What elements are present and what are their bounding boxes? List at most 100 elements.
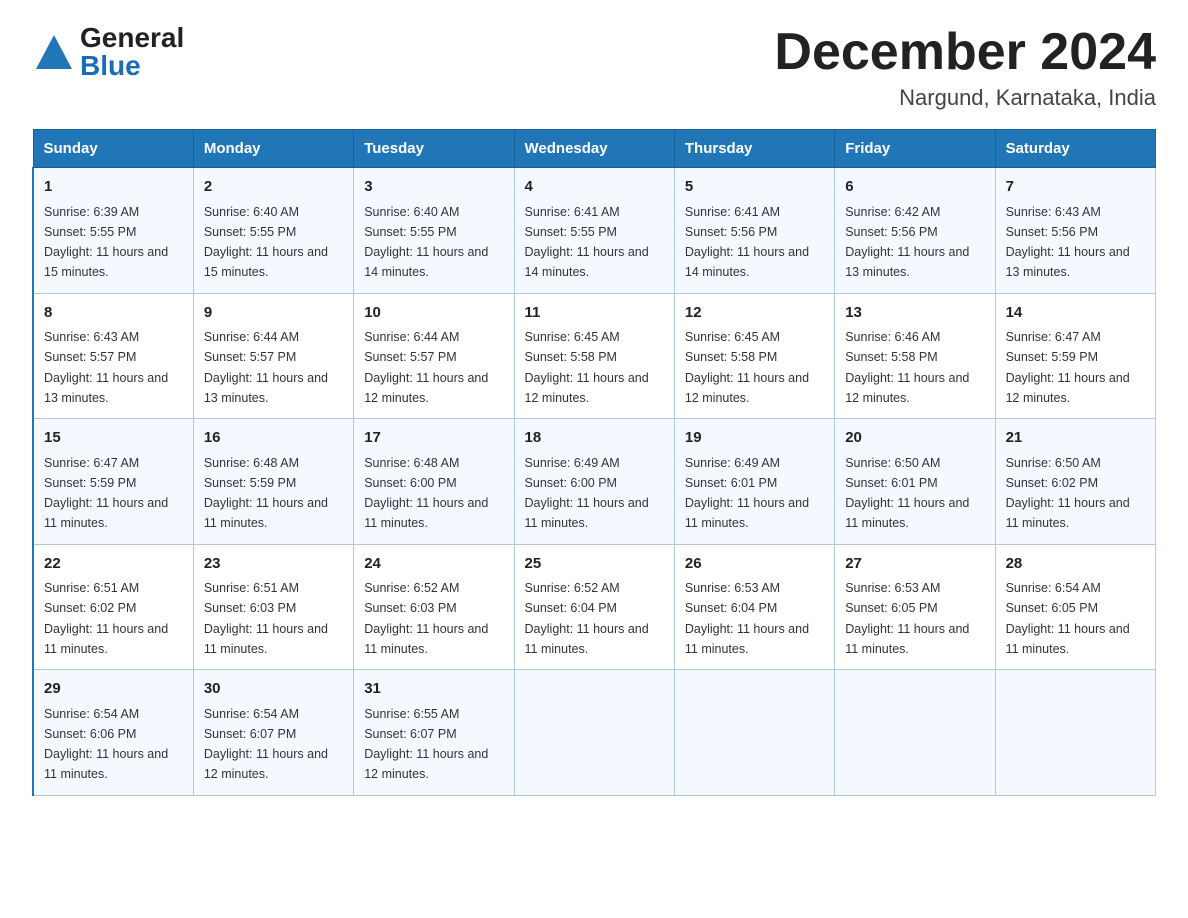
day-info: Sunrise: 6:47 AMSunset: 5:59 PMDaylight:… [1006, 330, 1130, 405]
week-row-5: 29 Sunrise: 6:54 AMSunset: 6:06 PMDayligh… [33, 670, 1156, 796]
day-number: 1 [44, 176, 183, 199]
day-number: 6 [845, 176, 984, 199]
day-number: 28 [1006, 553, 1145, 576]
day-number: 19 [685, 427, 824, 450]
logo-general-text: General [80, 24, 184, 52]
day-info: Sunrise: 6:44 AMSunset: 5:57 PMDaylight:… [364, 330, 488, 405]
day-number: 16 [204, 427, 343, 450]
day-info: Sunrise: 6:47 AMSunset: 5:59 PMDaylight:… [44, 456, 168, 531]
day-cell: 14Sunrise: 6:47 AMSunset: 5:59 PMDayligh… [995, 293, 1155, 419]
day-number: 24 [364, 553, 503, 576]
day-cell: 2 Sunrise: 6:40 AMSunset: 5:55 PMDaylight… [193, 168, 353, 294]
day-info: Sunrise: 6:45 AMSunset: 5:58 PMDaylight:… [685, 330, 809, 405]
day-info: Sunrise: 6:52 AMSunset: 6:03 PMDaylight:… [364, 581, 488, 656]
day-number: 3 [364, 176, 503, 199]
day-info: Sunrise: 6:53 AMSunset: 6:05 PMDaylight:… [845, 581, 969, 656]
week-row-3: 15 Sunrise: 6:47 AMSunset: 5:59 PMDayligh… [33, 419, 1156, 545]
week-row-2: 8 Sunrise: 6:43 AMSunset: 5:57 PMDaylight… [33, 293, 1156, 419]
day-number: 10 [364, 302, 503, 325]
col-saturday: Saturday [995, 130, 1155, 168]
day-cell: 5 Sunrise: 6:41 AMSunset: 5:56 PMDaylight… [674, 168, 834, 294]
day-cell: 20 Sunrise: 6:50 AMSunset: 6:01 PMDayligh… [835, 419, 995, 545]
day-number: 18 [525, 427, 664, 450]
day-number: 4 [525, 176, 664, 199]
day-cell: 1 Sunrise: 6:39 AMSunset: 5:55 PMDaylight… [33, 168, 193, 294]
day-cell: 13 Sunrise: 6:46 AMSunset: 5:58 PMDayligh… [835, 293, 995, 419]
week-row-4: 22Sunrise: 6:51 AMSunset: 6:02 PMDayligh… [33, 544, 1156, 670]
day-cell: 6 Sunrise: 6:42 AMSunset: 5:56 PMDaylight… [835, 168, 995, 294]
day-cell: 27 Sunrise: 6:53 AMSunset: 6:05 PMDayligh… [835, 544, 995, 670]
day-info: Sunrise: 6:51 AMSunset: 6:02 PMDaylight:… [44, 581, 168, 656]
day-cell: 26 Sunrise: 6:53 AMSunset: 6:04 PMDayligh… [674, 544, 834, 670]
day-cell: 9Sunrise: 6:44 AMSunset: 5:57 PMDaylight… [193, 293, 353, 419]
day-cell: 17Sunrise: 6:48 AMSunset: 6:00 PMDayligh… [354, 419, 514, 545]
col-monday: Monday [193, 130, 353, 168]
day-number: 12 [685, 302, 824, 325]
week-row-1: 1 Sunrise: 6:39 AMSunset: 5:55 PMDaylight… [33, 168, 1156, 294]
day-cell: 31 Sunrise: 6:55 AMSunset: 6:07 PMDayligh… [354, 670, 514, 796]
col-sunday: Sunday [33, 130, 193, 168]
day-info: Sunrise: 6:46 AMSunset: 5:58 PMDaylight:… [845, 330, 969, 405]
day-number: 20 [845, 427, 984, 450]
day-info: Sunrise: 6:41 AMSunset: 5:56 PMDaylight:… [685, 205, 809, 280]
day-info: Sunrise: 6:43 AMSunset: 5:56 PMDaylight:… [1006, 205, 1130, 280]
day-info: Sunrise: 6:54 AMSunset: 6:06 PMDaylight:… [44, 707, 168, 782]
calendar-table: Sunday Monday Tuesday Wednesday Thursday… [32, 129, 1156, 796]
day-number: 2 [204, 176, 343, 199]
day-info: Sunrise: 6:55 AMSunset: 6:07 PMDaylight:… [364, 707, 488, 782]
day-number: 29 [44, 678, 183, 701]
day-cell: 7Sunrise: 6:43 AMSunset: 5:56 PMDaylight… [995, 168, 1155, 294]
day-cell [514, 670, 674, 796]
day-number: 5 [685, 176, 824, 199]
day-info: Sunrise: 6:41 AMSunset: 5:55 PMDaylight:… [525, 205, 649, 280]
day-cell: 11 Sunrise: 6:45 AMSunset: 5:58 PMDayligh… [514, 293, 674, 419]
day-number: 15 [44, 427, 183, 450]
day-cell: 12 Sunrise: 6:45 AMSunset: 5:58 PMDayligh… [674, 293, 834, 419]
day-cell: 15 Sunrise: 6:47 AMSunset: 5:59 PMDayligh… [33, 419, 193, 545]
day-info: Sunrise: 6:42 AMSunset: 5:56 PMDaylight:… [845, 205, 969, 280]
day-cell: 16 Sunrise: 6:48 AMSunset: 5:59 PMDayligh… [193, 419, 353, 545]
day-info: Sunrise: 6:48 AMSunset: 5:59 PMDaylight:… [204, 456, 328, 531]
day-info: Sunrise: 6:43 AMSunset: 5:57 PMDaylight:… [44, 330, 168, 405]
day-cell: 24 Sunrise: 6:52 AMSunset: 6:03 PMDayligh… [354, 544, 514, 670]
day-cell: 23Sunrise: 6:51 AMSunset: 6:03 PMDayligh… [193, 544, 353, 670]
day-cell: 22Sunrise: 6:51 AMSunset: 6:02 PMDayligh… [33, 544, 193, 670]
day-number: 8 [44, 302, 183, 325]
col-thursday: Thursday [674, 130, 834, 168]
day-number: 9 [204, 302, 343, 325]
day-info: Sunrise: 6:53 AMSunset: 6:04 PMDaylight:… [685, 581, 809, 656]
day-info: Sunrise: 6:48 AMSunset: 6:00 PMDaylight:… [364, 456, 488, 531]
day-cell: 30Sunrise: 6:54 AMSunset: 6:07 PMDayligh… [193, 670, 353, 796]
col-wednesday: Wednesday [514, 130, 674, 168]
page-header: General Blue December 2024 Nargund, Karn… [32, 24, 1156, 111]
day-info: Sunrise: 6:52 AMSunset: 6:04 PMDaylight:… [525, 581, 649, 656]
day-number: 27 [845, 553, 984, 576]
col-friday: Friday [835, 130, 995, 168]
day-info: Sunrise: 6:49 AMSunset: 6:00 PMDaylight:… [525, 456, 649, 531]
logo-blue-text: Blue [80, 52, 184, 80]
day-info: Sunrise: 6:54 AMSunset: 6:05 PMDaylight:… [1006, 581, 1130, 656]
day-info: Sunrise: 6:40 AMSunset: 5:55 PMDaylight:… [204, 205, 328, 280]
day-cell: 21 Sunrise: 6:50 AMSunset: 6:02 PMDayligh… [995, 419, 1155, 545]
day-number: 31 [364, 678, 503, 701]
day-info: Sunrise: 6:50 AMSunset: 6:02 PMDaylight:… [1006, 456, 1130, 531]
calendar-header-row: Sunday Monday Tuesday Wednesday Thursday… [33, 130, 1156, 168]
day-number: 13 [845, 302, 984, 325]
day-cell: 19Sunrise: 6:49 AMSunset: 6:01 PMDayligh… [674, 419, 834, 545]
day-info: Sunrise: 6:39 AMSunset: 5:55 PMDaylight:… [44, 205, 168, 280]
day-number: 23 [204, 553, 343, 576]
logo: General Blue [32, 24, 184, 80]
logo-icon [32, 31, 76, 75]
day-number: 11 [525, 302, 664, 325]
day-number: 30 [204, 678, 343, 701]
day-cell: 25Sunrise: 6:52 AMSunset: 6:04 PMDayligh… [514, 544, 674, 670]
day-cell: 4 Sunrise: 6:41 AMSunset: 5:55 PMDaylight… [514, 168, 674, 294]
location-subtitle: Nargund, Karnataka, India [774, 85, 1156, 111]
day-number: 26 [685, 553, 824, 576]
day-cell [835, 670, 995, 796]
day-info: Sunrise: 6:50 AMSunset: 6:01 PMDaylight:… [845, 456, 969, 531]
day-info: Sunrise: 6:45 AMSunset: 5:58 PMDaylight:… [525, 330, 649, 405]
day-info: Sunrise: 6:40 AMSunset: 5:55 PMDaylight:… [364, 205, 488, 280]
day-cell: 18 Sunrise: 6:49 AMSunset: 6:00 PMDayligh… [514, 419, 674, 545]
day-number: 21 [1006, 427, 1145, 450]
